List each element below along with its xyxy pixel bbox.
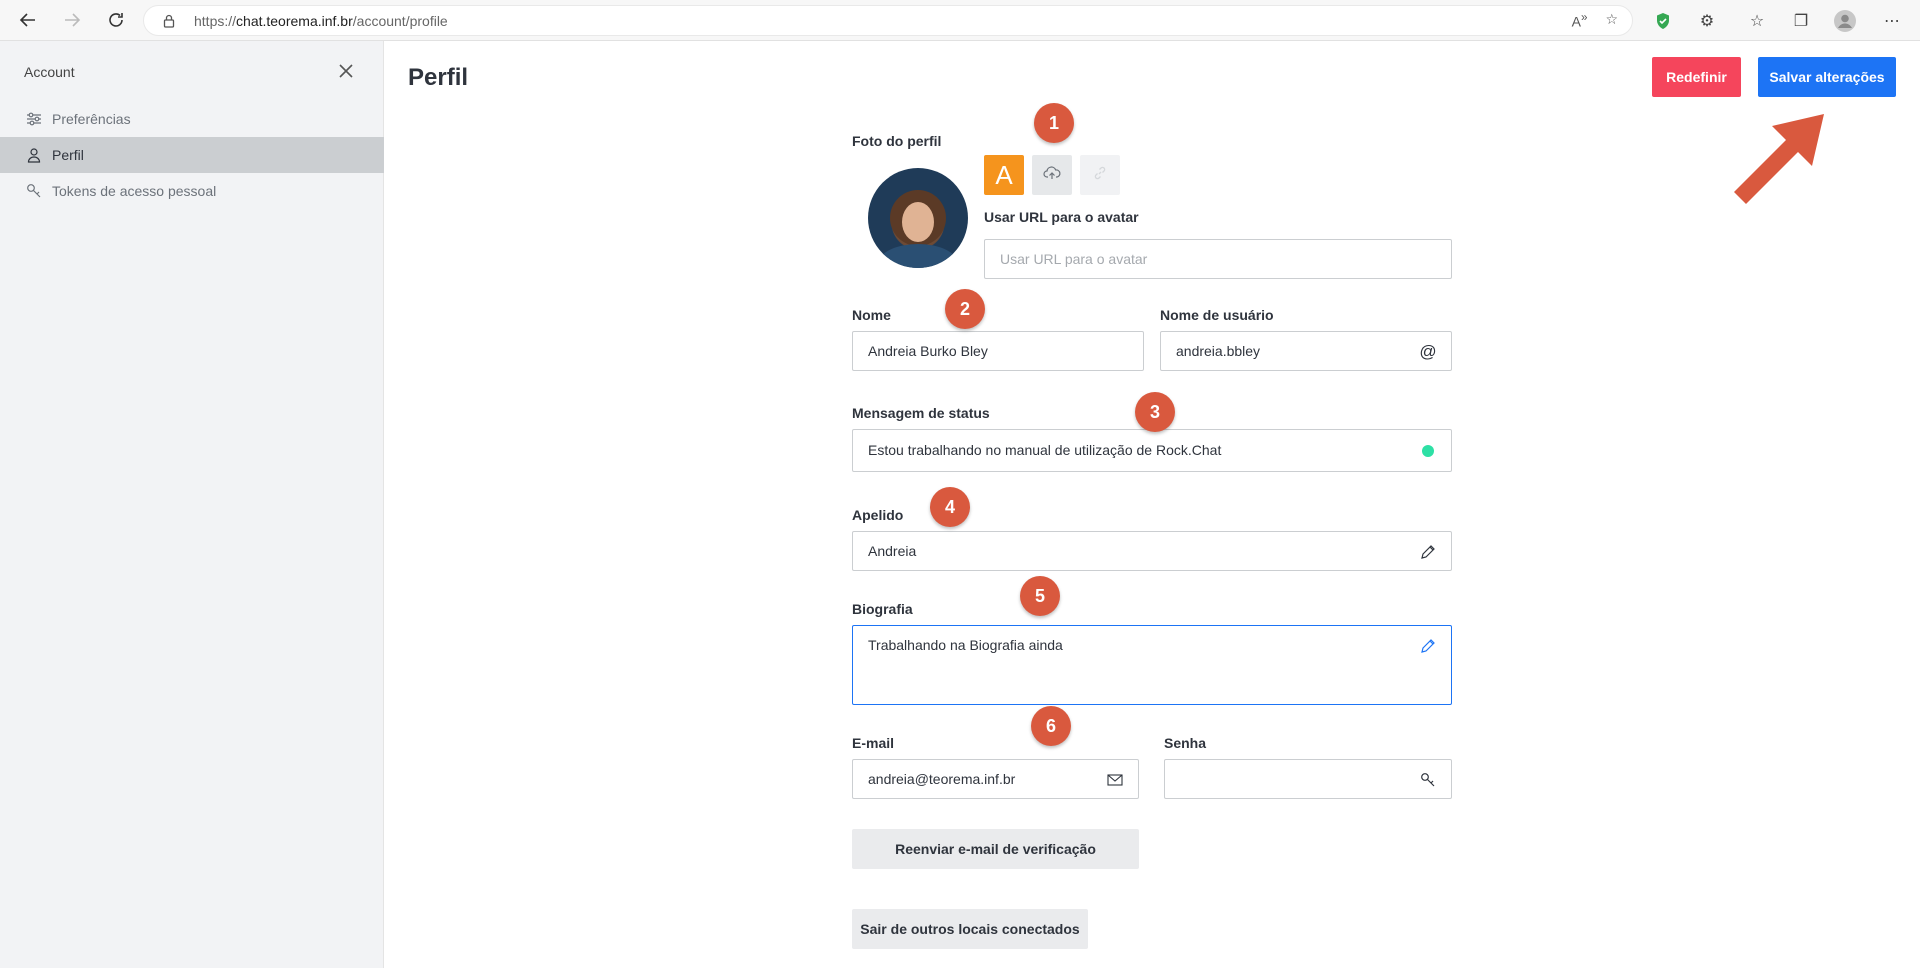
avatar-url-label: Usar URL para o avatar xyxy=(984,209,1139,225)
password-label: Senha xyxy=(1164,735,1207,751)
envelope-icon xyxy=(1106,771,1124,789)
account-sidebar: Account Preferências Perfil Tokens de ac… xyxy=(0,41,384,968)
sidebar-item-preferencias[interactable]: Preferências xyxy=(0,101,384,137)
shield-extension-icon[interactable] xyxy=(1651,9,1675,33)
resend-verification-button[interactable]: Reenviar e-mail de verificação xyxy=(852,829,1139,869)
close-icon[interactable] xyxy=(336,61,356,81)
pencil-icon xyxy=(1419,637,1437,655)
sidebar-item-perfil[interactable]: Perfil xyxy=(0,137,384,173)
forward-icon[interactable] xyxy=(60,8,84,32)
name-label: Nome xyxy=(852,307,891,323)
logout-other-locations-button[interactable]: Sair de outros locais conectados xyxy=(852,909,1088,949)
annotation-badge-6: 6 xyxy=(1031,706,1071,746)
arrow-annotation-icon xyxy=(1734,114,1824,204)
sidebar-item-tokens[interactable]: Tokens de acesso pessoal xyxy=(0,173,384,209)
avatar-url-input[interactable]: Usar URL para o avatar xyxy=(984,239,1452,279)
back-icon[interactable] xyxy=(16,8,40,32)
collections-icon[interactable]: ❐ xyxy=(1789,9,1813,33)
email-input[interactable]: andreia@teorema.inf.br xyxy=(852,759,1139,799)
user-icon xyxy=(26,147,42,163)
profile-avatar-icon[interactable] xyxy=(1833,9,1857,33)
photo-label: Foto do perfil xyxy=(852,133,942,149)
bio-value: Trabalhando na Biografia ainda xyxy=(868,637,1063,653)
avatar-url-button[interactable] xyxy=(1080,155,1120,195)
lock-icon xyxy=(162,14,176,33)
key-icon xyxy=(26,183,42,199)
sidebar-title: Account xyxy=(24,64,75,80)
annotation-badge-4: 4 xyxy=(930,487,970,527)
name-input[interactable]: Andreia Burko Bley xyxy=(852,331,1144,371)
annotation-badge-3: 3 xyxy=(1135,392,1175,432)
favorite-add-icon[interactable]: ☆ xyxy=(1605,11,1618,30)
avatar-letter-button[interactable]: A xyxy=(984,155,1024,195)
name-value: Andreia Burko Bley xyxy=(868,343,988,359)
email-label: E-mail xyxy=(852,735,895,751)
at-sign-icon: @ xyxy=(1419,342,1437,361)
password-input[interactable] xyxy=(1164,759,1452,799)
bio-textarea[interactable]: Trabalhando na Biografia ainda xyxy=(852,625,1452,705)
sidebar-item-label: Tokens de acesso pessoal xyxy=(52,183,217,199)
bio-label: Biografia xyxy=(852,601,913,617)
annotation-badge-2: 2 xyxy=(945,289,985,329)
sliders-icon xyxy=(26,111,42,127)
page-title: Perfil xyxy=(408,64,469,91)
browser-toolbar: https://chat.teorema.inf.br/account/prof… xyxy=(0,0,1920,41)
annotation-badge-1: 1 xyxy=(1034,103,1074,143)
link-icon xyxy=(1092,165,1108,186)
extensions-icon[interactable]: ⚙ xyxy=(1695,9,1719,33)
pencil-icon xyxy=(1419,543,1437,561)
avatar-url-placeholder: Usar URL para o avatar xyxy=(1000,251,1148,267)
status-input[interactable]: Estou trabalhando no manual de utilizaçã… xyxy=(852,429,1452,472)
status-online-dot[interactable] xyxy=(1419,442,1437,460)
reset-button[interactable]: Redefinir xyxy=(1652,57,1741,97)
nickname-input[interactable]: Andreia xyxy=(852,531,1452,571)
upload-avatar-button[interactable] xyxy=(1032,155,1072,195)
sidebar-item-label: Perfil xyxy=(52,147,84,163)
email-value: andreia@teorema.inf.br xyxy=(868,771,1016,787)
nickname-value: Andreia xyxy=(868,543,917,559)
favorites-icon[interactable]: ☆ xyxy=(1745,9,1769,33)
username-input[interactable]: andreia.bbley @ xyxy=(1160,331,1452,371)
status-value: Estou trabalhando no manual de utilizaçã… xyxy=(868,442,1222,458)
annotation-badge-5: 5 xyxy=(1020,576,1060,616)
status-label: Mensagem de status xyxy=(852,405,990,421)
nickname-label: Apelido xyxy=(852,507,904,523)
address-bar[interactable]: https://chat.teorema.inf.br/account/prof… xyxy=(143,5,1633,36)
more-options-icon[interactable]: ⋯ xyxy=(1880,9,1904,33)
read-aloud-icon[interactable]: A» xyxy=(1572,11,1588,30)
username-label: Nome de usuário xyxy=(1160,307,1274,323)
cloud-upload-icon xyxy=(1043,165,1061,186)
profile-avatar xyxy=(868,168,968,268)
sidebar-item-label: Preferências xyxy=(52,111,131,127)
reload-icon[interactable] xyxy=(104,8,128,32)
save-changes-button[interactable]: Salvar alterações xyxy=(1758,57,1896,97)
username-value: andreia.bbley xyxy=(1176,343,1261,359)
key-icon xyxy=(1419,771,1437,789)
url-text: https://chat.teorema.inf.br/account/prof… xyxy=(194,13,448,29)
